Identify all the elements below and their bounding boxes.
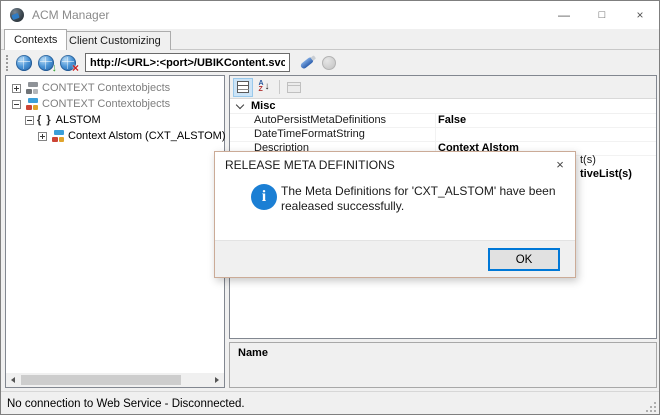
tab-client-customizing[interactable]: Client Customizing <box>59 31 171 50</box>
property-name: DateTimeFormatString <box>230 128 435 141</box>
property-grid-toolbar: AZ ↓ <box>230 76 656 99</box>
scrollbar-thumb[interactable] <box>21 375 181 385</box>
dialog-title: RELEASE META DEFINITIONS <box>225 158 395 172</box>
tree-item-label: ALSTOM <box>56 114 101 126</box>
toolbar-separator <box>279 80 280 94</box>
info-icon: i <box>251 184 277 210</box>
tab-strip: Contexts Client Customizing <box>1 29 659 50</box>
tree-item-context-alstom[interactable]: Context Alstom (CXT_ALSTOM) <box>10 128 224 144</box>
app-icon <box>10 8 24 22</box>
collapse-icon[interactable] <box>25 116 34 125</box>
tree-horizontal-scrollbar[interactable] <box>6 373 224 387</box>
context-color-icon <box>51 130 64 142</box>
connection-toolbar: ↓ × <box>1 50 659 75</box>
test-connection-button[interactable] <box>296 53 318 73</box>
dialog-message: The Meta Definitions for 'CXT_ALSTOM' ha… <box>281 184 581 214</box>
collapse-icon[interactable] <box>12 100 21 109</box>
disabled-circle-icon <box>322 56 336 70</box>
tree-item-context-objects-1[interactable]: CONTEXT Contextobjects <box>10 80 224 96</box>
dialog-close-icon[interactable]: × <box>551 155 569 173</box>
property-row[interactable]: DateTimeFormatString <box>230 128 656 142</box>
status-bar: No connection to Web Service - Disconnec… <box>1 391 659 415</box>
connect-service-button[interactable] <box>13 53 35 73</box>
az-sort-icon: AZ ↓ <box>258 81 269 93</box>
plug-icon <box>300 56 315 69</box>
resize-grip[interactable] <box>646 402 656 412</box>
scroll-right-icon[interactable] <box>210 373 224 387</box>
context-gray-icon <box>25 82 38 94</box>
expand-icon[interactable] <box>38 132 47 141</box>
category-label: Misc <box>251 100 275 112</box>
property-pages-icon <box>287 82 301 93</box>
alphabetical-sort-button[interactable]: AZ ↓ <box>254 78 274 97</box>
service-url-input[interactable] <box>85 53 290 72</box>
globe-icon <box>16 55 32 71</box>
property-row[interactable]: AutoPersistMetaDefinitions False <box>230 114 656 128</box>
chevron-down-icon[interactable] <box>236 101 244 109</box>
property-value[interactable]: False <box>435 114 656 127</box>
categorized-view-button[interactable] <box>233 78 253 97</box>
category-row-misc[interactable]: Misc <box>230 99 656 114</box>
context-tree-panel: CONTEXT Contextobjects CONTEXT Contextob… <box>5 75 225 388</box>
toolbar-grip <box>6 55 8 71</box>
status-indicator-button <box>318 53 340 73</box>
status-text: No connection to Web Service - Disconnec… <box>7 398 245 410</box>
tree-item-label: CONTEXT Contextobjects <box>42 98 170 110</box>
dialog-footer: OK <box>215 240 575 277</box>
partial-property-value: t(s) <box>580 154 596 167</box>
release-meta-definitions-dialog: RELEASE META DEFINITIONS × i The Meta De… <box>214 151 576 278</box>
tree-item-alstom[interactable]: { } ALSTOM <box>10 112 224 128</box>
maximize-button[interactable]: □ <box>583 1 621 29</box>
tab-contexts[interactable]: Contexts <box>4 29 67 50</box>
categorized-icon <box>237 81 249 93</box>
disconnect-service-button[interactable]: × <box>57 53 79 73</box>
property-value[interactable] <box>435 128 656 141</box>
refresh-service-button[interactable]: ↓ <box>35 53 57 73</box>
title-bar: ACM Manager — □ × <box>1 1 659 29</box>
close-button[interactable]: × <box>621 1 659 29</box>
property-pages-button <box>284 78 304 97</box>
acm-manager-window: ACM Manager — □ × Contexts Client Custom… <box>0 0 660 415</box>
property-description-pane: Name <box>229 342 657 388</box>
description-pane-title: Name <box>238 347 268 359</box>
minimize-button[interactable]: — <box>545 1 583 29</box>
expand-icon[interactable] <box>12 84 21 93</box>
scroll-left-icon[interactable] <box>6 373 20 387</box>
braces-icon: { } <box>37 114 52 126</box>
window-title: ACM Manager <box>32 8 109 22</box>
window-controls: — □ × <box>545 1 659 29</box>
tree-item-label: CONTEXT Contextobjects <box>42 82 170 94</box>
partial-property-value: tiveList(s) <box>580 168 632 181</box>
property-name: AutoPersistMetaDefinitions <box>230 114 435 127</box>
red-x-icon: × <box>72 63 79 74</box>
context-color-icon <box>25 98 38 110</box>
ok-button[interactable]: OK <box>488 248 560 271</box>
tree-item-context-objects-2[interactable]: CONTEXT Contextobjects <box>10 96 224 112</box>
tree-item-label: Context Alstom (CXT_ALSTOM) <box>68 130 226 142</box>
